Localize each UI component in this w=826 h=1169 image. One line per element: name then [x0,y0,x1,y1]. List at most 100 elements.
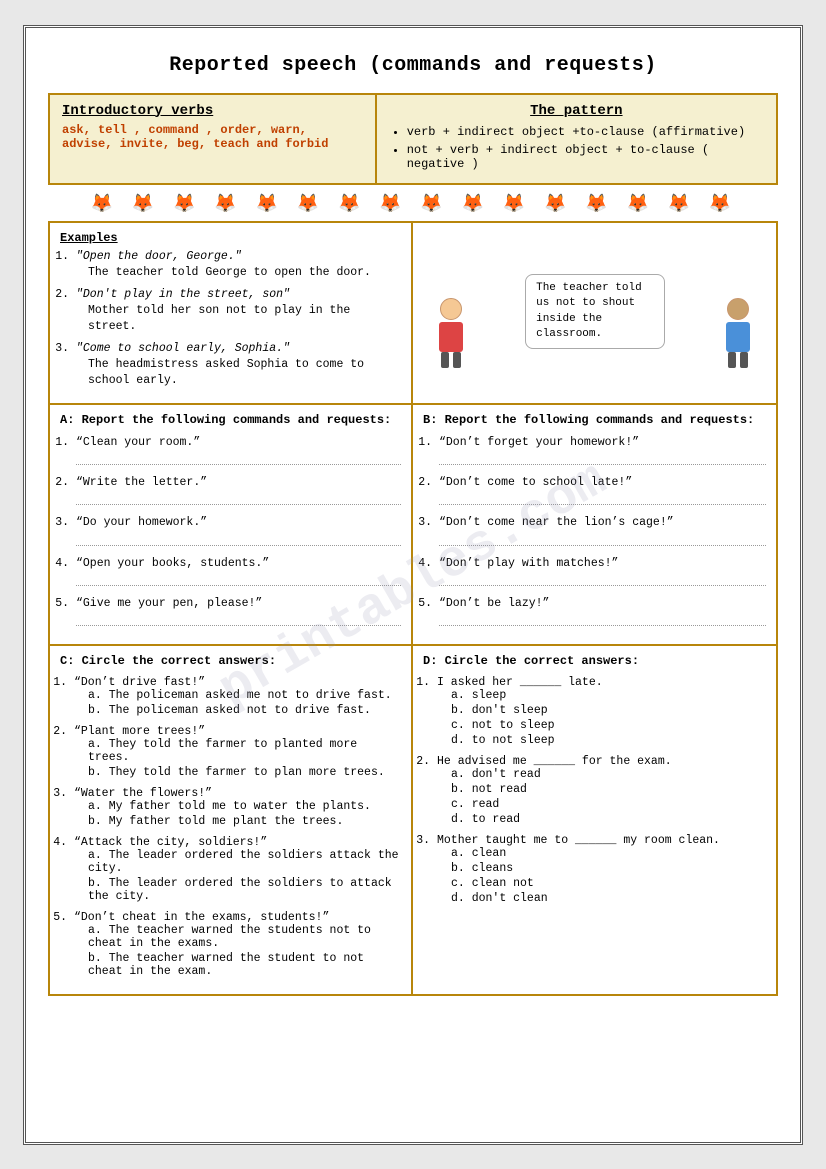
section-c-item-2: “Plant more trees!” a. They told the far… [74,725,401,779]
section-a-item-3: “Do your homework.” [76,515,401,545]
section-c-item-3: “Water the flowers!” a. My father told m… [74,787,401,828]
cartoon: The teacher told us not to shout inside … [421,248,768,378]
section-d-item-3: Mother taught me to ______ my room clean… [437,834,766,905]
answer-line [439,534,766,546]
option-5b: b. The teacher warned the student to not… [88,952,401,978]
pattern-list: verb + indirect object +to-clause (affir… [389,125,764,171]
answer-line [439,614,766,626]
d-option-3b: b. cleans [451,862,766,875]
leg-right [740,352,748,368]
section-a: A: Report the following commands and req… [50,405,413,643]
examples-list: "Open the door, George." The teacher tol… [60,249,401,390]
intro-section: Introductory verbs ask, tell , command ,… [48,93,778,185]
section-d-title: D: Circle the correct answers: [423,654,766,668]
section-b-item-4: “Don’t play with matches!” [439,556,766,586]
section-d-2-options: a. don't read b. not read c. read d. to … [437,768,766,826]
teacher-head [440,298,462,320]
section-c-title: C: Circle the correct answers: [60,654,401,668]
section-a-item-2: “Write the letter.” [76,475,401,505]
teacher-figure [431,298,471,368]
answer-line [76,493,401,505]
option-3b: b. My father told me plant the trees. [88,815,401,828]
section-b-item-3: “Don’t come near the lion’s cage!” [439,515,766,545]
section-c-list: “Don’t drive fast!” a. The policeman ask… [60,676,401,978]
section-d-1-options: a. sleep b. don't sleep c. not to sleep … [437,689,766,747]
intro-verbs: Introductory verbs ask, tell , command ,… [50,95,377,183]
option-4b: b. The leader ordered the soldiers to at… [88,877,401,903]
answer-line [76,614,401,626]
teacher-legs [431,352,471,368]
d-option-2d: d. to read [451,813,766,826]
option-4a: a. The leader ordered the soldiers attac… [88,849,401,875]
section-b-list: “Don’t forget your homework!” “Don’t com… [423,435,766,625]
d-option-2a: a. don't read [451,768,766,781]
examples-title: Examples [60,231,401,245]
section-c-4-options: a. The leader ordered the soldiers attac… [74,849,401,903]
top-row: Examples "Open the door, George." The te… [50,223,776,406]
d-option-1d: d. to not sleep [451,734,766,747]
student-body [726,322,750,352]
student-figure [718,298,758,368]
pattern-negative: not + verb + indirect object + to-clause… [407,143,764,171]
section-a-list: “Clean your room.” “Write the letter.” “… [60,435,401,625]
section-c-5-options: a. The teacher warned the students not t… [74,924,401,978]
d-option-2b: b. not read [451,783,766,796]
example-2: "Don't play in the street, son" Mother t… [76,287,401,335]
examples-cell: Examples "Open the door, George." The te… [50,223,413,404]
answer-line [76,534,401,546]
section-b-title: B: Report the following commands and req… [423,413,766,427]
section-c-item-1: “Don’t drive fast!” a. The policeman ask… [74,676,401,717]
answer-line [439,574,766,586]
example-3-quote: "Come to school early, Sophia." [76,342,290,355]
option-5a: a. The teacher warned the students not t… [88,924,401,950]
section-d-3-options: a. clean b. cleans c. clean not d. don't… [437,847,766,905]
page-title: Reported speech (commands and requests) [48,54,778,77]
section-d-item-2: He advised me ______ for the exam. a. do… [437,755,766,826]
teacher-body [439,322,463,352]
section-b-item-5: “Don’t be lazy!” [439,596,766,626]
d-option-1c: c. not to sleep [451,719,766,732]
d-option-3d: d. don't clean [451,892,766,905]
section-a-item-5: “Give me your pen, please!” [76,596,401,626]
section-b-item-2: “Don’t come to school late!” [439,475,766,505]
example-2-quote: "Don't play in the street, son" [76,288,290,301]
example-3: "Come to school early, Sophia." The head… [76,341,401,389]
section-b: B: Report the following commands and req… [413,405,776,643]
example-1-quote: "Open the door, George." [76,250,242,263]
section-a-item-4: “Open your books, students.” [76,556,401,586]
section-d: D: Circle the correct answers: I asked h… [413,646,776,994]
section-a-title: A: Report the following commands and req… [60,413,401,427]
section-c-3-options: a. My father told me to water the plants… [74,800,401,828]
section-c-2-options: a. They told the farmer to planted more … [74,738,401,779]
option-2b: b. They told the farmer to plan more tre… [88,766,401,779]
page: printables.com Reported speech (commands… [23,25,803,1145]
d-option-1b: b. don't sleep [451,704,766,717]
student-head [727,298,749,320]
section-c-item-4: “Attack the city, soldiers!” a. The lead… [74,836,401,903]
pattern-affirmative: verb + indirect object +to-clause (affir… [407,125,764,139]
bottom-row: C: Circle the correct answers: “Don’t dr… [50,646,776,994]
intro-verbs-list: ask, tell , command , order, warn, advis… [62,123,363,151]
d-option-3a: a. clean [451,847,766,860]
section-c-item-5: “Don’t cheat in the exams, students!” a.… [74,911,401,978]
example-3-reported: The headmistress asked Sophia to come to… [76,357,401,389]
leg-right [453,352,461,368]
middle-row: A: Report the following commands and req… [50,405,776,645]
d-option-1a: a. sleep [451,689,766,702]
example-1: "Open the door, George." The teacher tol… [76,249,401,281]
section-c-1-options: a. The policeman asked me not to drive f… [74,689,401,717]
pattern-section: The pattern verb + indirect object +to-c… [377,95,776,183]
d-option-3c: c. clean not [451,877,766,890]
example-1-reported: The teacher told George to open the door… [76,265,401,281]
speech-bubble: The teacher told us not to shout inside … [525,274,665,350]
option-1a: a. The policeman asked me not to drive f… [88,689,401,702]
section-c: C: Circle the correct answers: “Don’t dr… [50,646,413,994]
option-1b: b. The policeman asked not to drive fast… [88,704,401,717]
section-b-item-1: “Don’t forget your homework!” [439,435,766,465]
intro-verbs-title: Introductory verbs [62,103,363,119]
answer-line [76,574,401,586]
section-a-item-1: “Clean your room.” [76,435,401,465]
section-d-item-1: I asked her ______ late. a. sleep b. don… [437,676,766,747]
leg-left [441,352,449,368]
answer-line [439,493,766,505]
